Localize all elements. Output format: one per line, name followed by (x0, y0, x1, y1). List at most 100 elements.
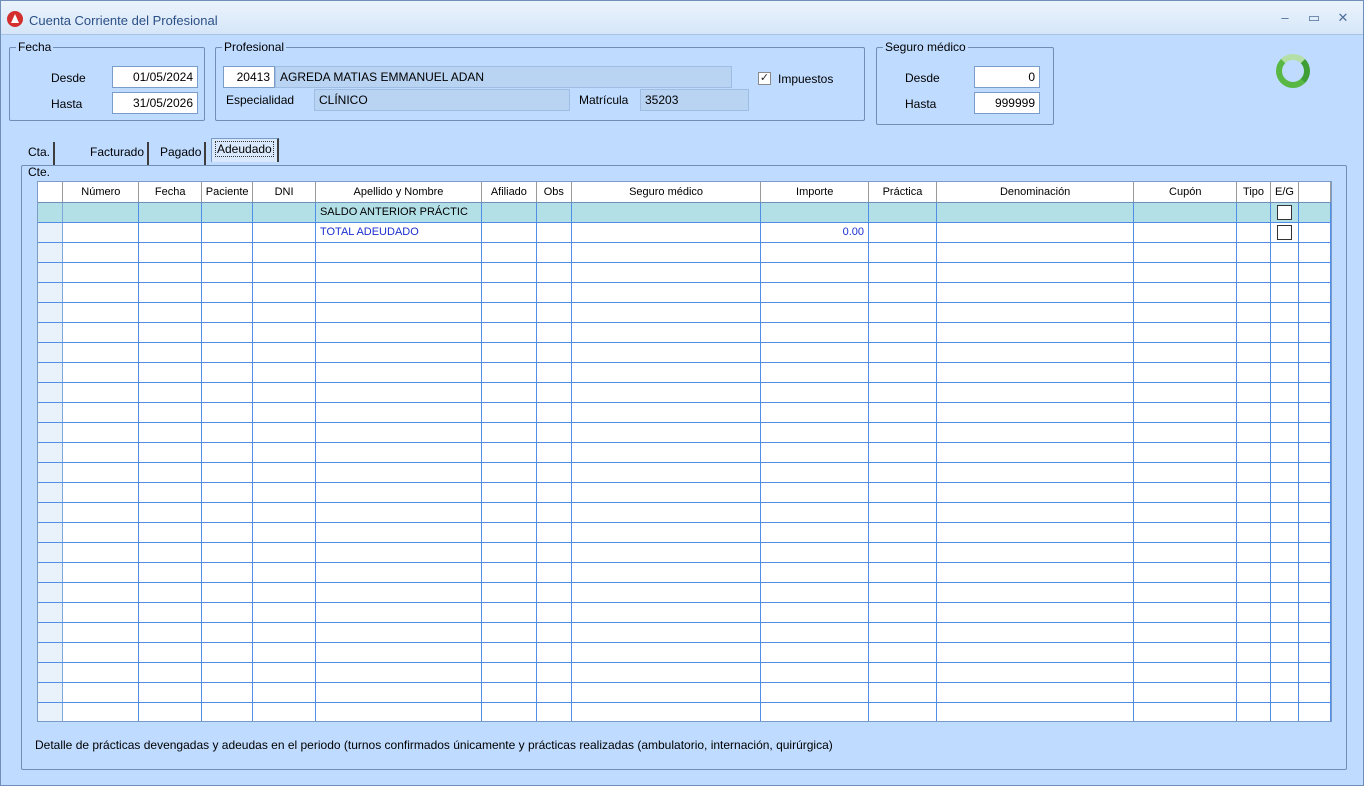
table-row[interactable] (38, 622, 1331, 643)
table-cell[interactable] (1270, 522, 1299, 543)
table-cell[interactable] (1133, 222, 1238, 243)
table-cell[interactable] (1270, 642, 1299, 663)
table-cell[interactable] (1270, 462, 1299, 483)
table-cell[interactable] (1236, 662, 1272, 683)
table-cell[interactable] (1270, 362, 1299, 383)
table-cell[interactable] (481, 662, 537, 683)
table-cell[interactable] (138, 522, 203, 543)
table-cell[interactable] (1270, 622, 1299, 643)
table-cell[interactable] (571, 522, 762, 543)
table-cell[interactable] (536, 602, 572, 623)
table-row[interactable] (38, 682, 1331, 703)
tab-facturado[interactable]: Facturado (87, 142, 150, 166)
table-cell[interactable] (138, 322, 203, 343)
table-cell[interactable] (1298, 262, 1331, 283)
table-cell[interactable] (315, 362, 482, 383)
table-row[interactable] (38, 302, 1331, 323)
table-cell[interactable] (936, 462, 1135, 483)
table-cell[interactable] (760, 582, 870, 603)
table-cell[interactable] (315, 562, 482, 583)
table-cell[interactable] (536, 282, 572, 303)
table-cell[interactable] (481, 462, 537, 483)
table-cell[interactable] (252, 602, 316, 623)
table-cell[interactable] (536, 322, 572, 343)
table-cell[interactable] (760, 342, 870, 363)
table-cell[interactable] (1133, 702, 1238, 721)
table-cell[interactable] (936, 642, 1135, 663)
table-cell[interactable] (571, 422, 762, 443)
table-cell[interactable] (536, 502, 572, 523)
row-selector[interactable] (38, 482, 64, 503)
table-cell[interactable] (536, 442, 572, 463)
table-cell[interactable] (138, 402, 203, 423)
table-cell[interactable] (252, 642, 316, 663)
row-selector[interactable] (38, 282, 64, 303)
table-cell[interactable] (201, 262, 254, 283)
table-cell[interactable] (1236, 282, 1272, 303)
table-row[interactable] (38, 482, 1331, 503)
table-cell[interactable] (481, 562, 537, 583)
table-cell[interactable] (138, 422, 203, 443)
table-row[interactable] (38, 242, 1331, 263)
table-cell[interactable] (1236, 322, 1272, 343)
table-cell[interactable] (1270, 342, 1299, 363)
table-cell[interactable] (62, 582, 140, 603)
table-cell[interactable] (138, 242, 203, 263)
table-cell[interactable] (1236, 362, 1272, 383)
table-cell[interactable] (201, 502, 254, 523)
table-cell[interactable] (1133, 442, 1238, 463)
table-cell[interactable] (1133, 542, 1238, 563)
table-cell[interactable] (571, 582, 762, 603)
table-cell[interactable] (760, 282, 870, 303)
table-cell[interactable] (571, 622, 762, 643)
table-cell[interactable] (936, 222, 1135, 243)
table-row[interactable] (38, 542, 1331, 563)
table-cell[interactable] (1236, 342, 1272, 363)
table-cell[interactable] (201, 462, 254, 483)
table-cell[interactable] (868, 422, 937, 443)
table-cell[interactable] (760, 502, 870, 523)
table-cell[interactable] (252, 262, 316, 283)
table-cell[interactable] (1298, 582, 1331, 603)
table-cell[interactable] (252, 662, 316, 683)
col-importe-header[interactable]: Importe (760, 182, 870, 203)
table-cell[interactable] (868, 442, 937, 463)
table-cell[interactable] (868, 542, 937, 563)
table-cell[interactable] (481, 222, 537, 243)
table-cell[interactable] (571, 482, 762, 503)
table-cell[interactable] (62, 522, 140, 543)
col-paciente-header[interactable]: Paciente (201, 182, 254, 203)
row-selector[interactable] (38, 622, 64, 643)
table-cell[interactable] (760, 642, 870, 663)
table-cell[interactable] (252, 542, 316, 563)
table-row[interactable]: TOTAL ADEUDADO 0.00 (38, 222, 1331, 243)
table-cell[interactable] (571, 642, 762, 663)
maximize-button[interactable]: ▭ (1304, 9, 1324, 27)
table-cell[interactable] (315, 382, 482, 403)
table-cell[interactable] (936, 542, 1135, 563)
row-selector[interactable] (38, 362, 64, 383)
table-cell[interactable] (760, 702, 870, 721)
col-dni-header[interactable]: DNI (252, 182, 316, 203)
col-afiliado-header[interactable]: Afiliado (481, 182, 537, 203)
seguro-desde-field[interactable]: 0 (974, 66, 1040, 88)
table-cell[interactable] (1298, 202, 1331, 223)
table-cell[interactable] (760, 262, 870, 283)
table-cell[interactable] (315, 402, 482, 423)
table-cell[interactable] (536, 542, 572, 563)
table-cell[interactable] (571, 462, 762, 483)
table-cell[interactable] (138, 542, 203, 563)
table-cell[interactable] (936, 582, 1135, 603)
table-cell[interactable] (481, 622, 537, 643)
table-cell[interactable] (252, 682, 316, 703)
eg-checkbox[interactable] (1277, 224, 1293, 240)
table-cell[interactable] (1270, 442, 1299, 463)
table-cell[interactable] (1133, 422, 1238, 443)
table-cell[interactable] (1270, 302, 1299, 323)
table-cell[interactable] (1298, 222, 1331, 243)
row-selector[interactable] (38, 702, 64, 721)
table-cell[interactable] (201, 342, 254, 363)
table-cell[interactable] (1133, 382, 1238, 403)
table-cell[interactable] (62, 242, 140, 263)
table-cell[interactable] (868, 642, 937, 663)
